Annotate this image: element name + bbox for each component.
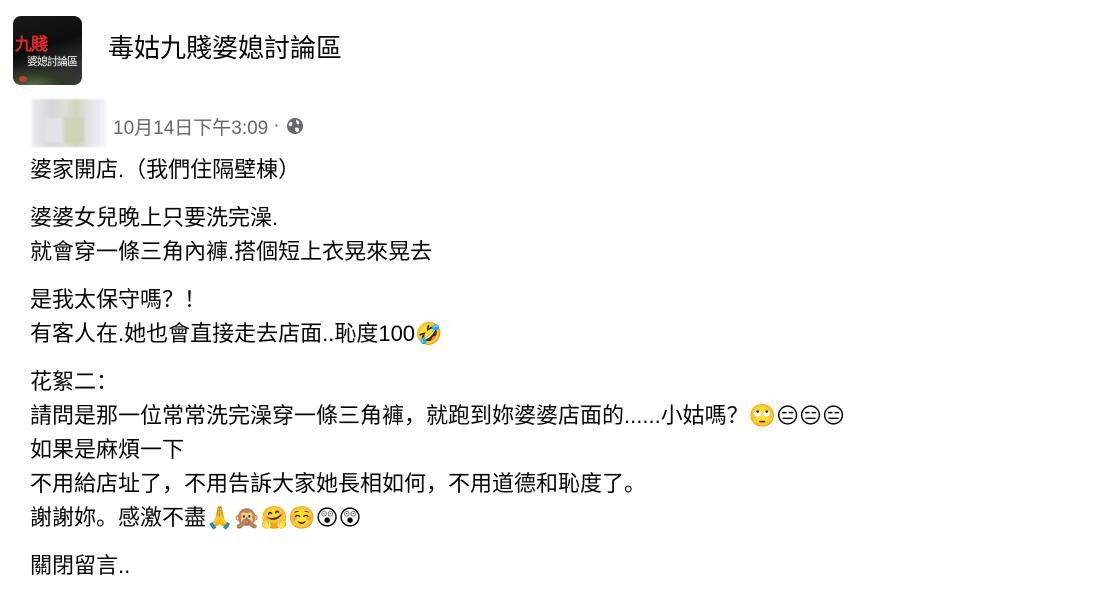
post-line: 是我太保守嗎？！ [30, 287, 207, 312]
post-line: 婆婆女兒晚上只要洗完澡. [30, 205, 279, 230]
group-name-link[interactable]: 毒姑九賤婆媳討論區 [108, 30, 342, 66]
group-avatar[interactable]: 九賤 婆媳討論區 [13, 16, 82, 85]
post-paragraph: 婆家開店.（我們住隔壁棟） [30, 153, 1090, 187]
group-header: 九賤 婆媳討論區 毒姑九賤婆媳討論區 [0, 0, 1107, 102]
globe-icon[interactable] [286, 117, 304, 135]
post-body: 婆家開店.（我們住隔壁棟） 婆婆女兒晚上只要洗完澡. 就會穿一條三角內褲.搭個短… [30, 153, 1090, 583]
post-line: 婆家開店.（我們住隔壁棟） [30, 157, 301, 182]
avatar-blur-block [46, 119, 62, 143]
post-line: 關閉留言.. [30, 553, 131, 578]
post-line: 謝謝妳。感激不盡🙏🙊🤗☺️😲😲 [30, 505, 362, 530]
post-line: 如果是麻煩一下 [30, 437, 185, 462]
post-timestamp-link[interactable]: 10月14日下午3:09 [113, 113, 268, 140]
post-paragraph: 關閉留言.. [30, 549, 1090, 583]
post-line: 就會穿一條三角內褲.搭個短上衣晃來晃去 [30, 239, 433, 264]
avatar-blur-block [64, 117, 84, 143]
post-paragraph: 婆婆女兒晚上只要洗完澡. 就會穿一條三角內褲.搭個短上衣晃來晃去 [30, 201, 1090, 269]
group-avatar-flower [19, 76, 27, 82]
post-meta: 10月14日下午3:09 · [113, 113, 304, 140]
meta-separator: · [273, 115, 280, 136]
post-paragraph: 是我太保守嗎？！ 有客人在.她也會直接走去店面..恥度100🤣 [30, 283, 1090, 351]
group-avatar-plant [13, 65, 82, 85]
post-line: 不用給店址了，不用告訴大家她長相如何，不用道德和恥度了。 [30, 471, 647, 496]
post-line: 請問是那一位常常洗完澡穿一條三角褲，就跑到妳婆婆店面的......小姑嗎？🙄😑😑… [30, 403, 845, 428]
group-avatar-logo-text: 九賤 [15, 35, 48, 55]
post-line: 有客人在.她也會直接走去店面..恥度100🤣 [30, 321, 443, 346]
post-paragraph: 花絮二： 請問是那一位常常洗完澡穿一條三角褲，就跑到妳婆婆店面的......小姑… [30, 365, 1090, 535]
author-avatar-blurred[interactable] [32, 99, 106, 147]
post-line: 花絮二： [30, 369, 119, 394]
